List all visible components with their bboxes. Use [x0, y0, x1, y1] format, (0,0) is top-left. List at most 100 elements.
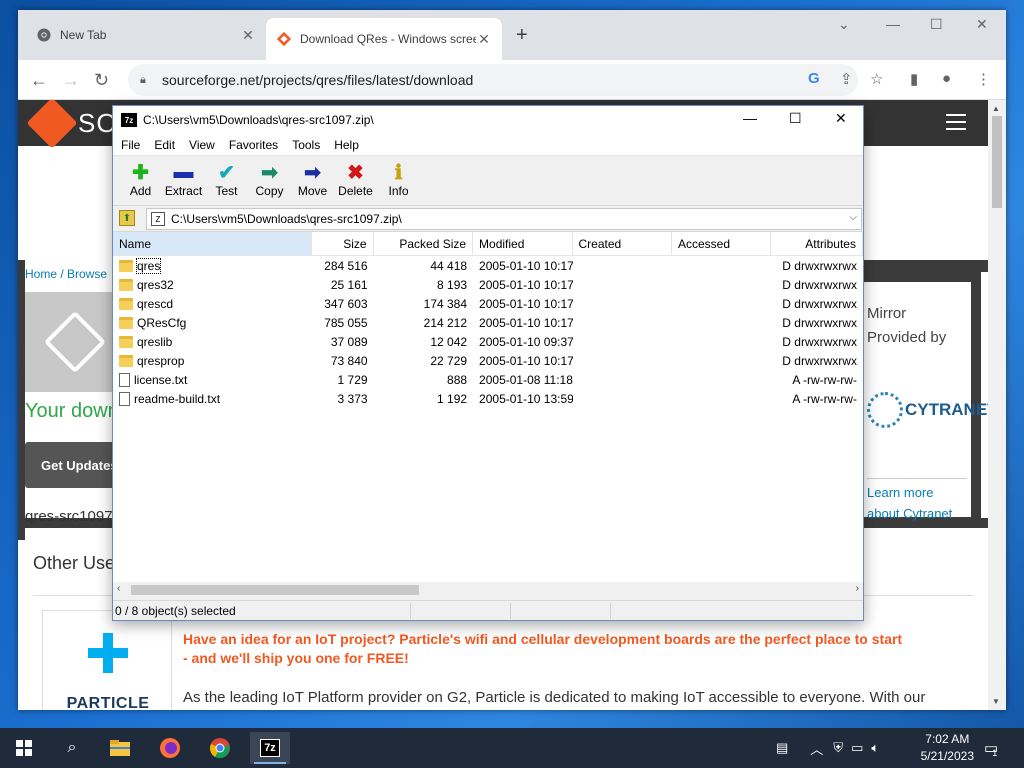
- scroll-left-icon[interactable]: ‹: [117, 583, 120, 594]
- folder-up-icon[interactable]: ⬆: [119, 210, 135, 226]
- scroll-thumb[interactable]: [992, 116, 1002, 208]
- file-icon: [119, 391, 130, 406]
- column-packed-size[interactable]: Packed Size: [374, 232, 474, 255]
- maximize-icon[interactable]: ☐: [789, 110, 802, 127]
- file-row[interactable]: license.txt 1 729 888 2005-01-08 11:18 A -rw…: [113, 370, 863, 389]
- address-bar[interactable]: 🔒︎ sourceforge.net/projects/qres/files/l…: [128, 64, 858, 96]
- toolbar-copy-button[interactable]: ➡ Copy: [248, 156, 291, 205]
- menu-tools[interactable]: Tools: [292, 138, 320, 152]
- ad-headline[interactable]: Have an idea for an IoT project? Particl…: [183, 630, 903, 668]
- toolbar-test-button[interactable]: ✔ Test: [205, 156, 248, 205]
- close-window-icon[interactable]: ✕: [835, 110, 847, 127]
- 7zip-title: C:\Users\vm5\Downloads\qres-src1097.zip\: [143, 113, 374, 127]
- column-modified[interactable]: Modified: [473, 232, 573, 255]
- tab-download-qres[interactable]: Download QRes - Windows scree ✕: [266, 18, 502, 60]
- minimize-icon[interactable]: —: [743, 110, 757, 126]
- scroll-thumb[interactable]: [131, 585, 419, 595]
- tab-search-icon[interactable]: ⌄: [838, 16, 850, 33]
- clock[interactable]: 7:02 AM 5/21/2023: [921, 731, 974, 765]
- file-attributes: D drwxrwxrwx: [782, 315, 857, 330]
- 7zip-app-icon: 7z: [121, 113, 137, 127]
- file-row[interactable]: readme-build.txt 3 373 1 192 2005-01-10 13:…: [113, 389, 863, 408]
- hamburger-menu-icon[interactable]: [946, 114, 966, 135]
- file-row[interactable]: qreslib 37 089 12 042 2005-01-10 09:37 D drw…: [113, 332, 863, 351]
- file-attributes: D drwxrwxrwx: [782, 296, 857, 311]
- new-tab-button[interactable]: +: [516, 24, 528, 47]
- column-accessed[interactable]: Accessed: [672, 232, 772, 255]
- scroll-down-icon[interactable]: ▼: [992, 697, 1000, 706]
- sourceforge-logo-icon[interactable]: [26, 100, 78, 149]
- toolbar-move-button[interactable]: ➡ Move: [291, 156, 334, 205]
- maximize-icon[interactable]: ☐: [930, 16, 943, 33]
- scroll-right-icon[interactable]: ›: [856, 583, 859, 594]
- file-row[interactable]: qrescd 347 603 174 384 2005-01-10 10:17 D dr…: [113, 294, 863, 313]
- menu-file[interactable]: File: [121, 138, 140, 152]
- volume-muted-icon[interactable]: 🔈︎: [871, 740, 879, 756]
- 7zip-path-field[interactable]: Z C:\Users\vm5\Downloads\qres-src1097.zi…: [146, 208, 862, 230]
- menu-favorites[interactable]: Favorites: [229, 138, 278, 152]
- 7zip-menubar: File Edit View Favorites Tools Help: [113, 134, 863, 156]
- tab-new-tab[interactable]: New Tab ✕: [26, 18, 266, 52]
- learn-more-link[interactable]: Learn more about Cytranet: [867, 482, 952, 524]
- bookmark-star-icon[interactable]: ☆: [870, 70, 883, 88]
- file-row[interactable]: qres 284 516 44 418 2005-01-10 10:17 D drwxr…: [113, 256, 863, 275]
- horizontal-scrollbar[interactable]: ‹ ›: [113, 582, 863, 598]
- back-icon[interactable]: ←: [30, 70, 48, 90]
- menu-kebab-icon[interactable]: ⋮: [976, 70, 991, 88]
- search-icon[interactable]: ⌕: [52, 732, 92, 764]
- cytranet-logo[interactable]: CYTRANET: [867, 392, 988, 428]
- chevron-up-icon[interactable]: ︿: [810, 739, 823, 758]
- file-row[interactable]: qresprop 73 840 22 729 2005-01-10 10:17 D dr…: [113, 351, 863, 370]
- column-name[interactable]: Name: [113, 232, 312, 255]
- ad-body: As the leading IoT Platform provider on …: [183, 689, 926, 706]
- file-created: [573, 332, 672, 351]
- reload-icon[interactable]: ↻: [94, 70, 109, 90]
- toolbar-extract-button[interactable]: ▬ Extract: [162, 156, 205, 205]
- toolbar-add-button[interactable]: ✚ Add: [119, 156, 162, 205]
- file-name: qresprop: [137, 353, 185, 368]
- tab-title: New Tab: [60, 28, 107, 42]
- close-tab-icon[interactable]: ✕: [240, 27, 256, 44]
- close-window-icon[interactable]: ✕: [976, 16, 988, 33]
- security-icon[interactable]: ⛨: [833, 740, 843, 756]
- column-size[interactable]: Size: [312, 232, 374, 255]
- chrome-taskbar-icon[interactable]: [200, 732, 240, 764]
- file-row[interactable]: QResCfg 785 055 214 212 2005-01-10 10:17 D d…: [113, 313, 863, 332]
- menu-edit[interactable]: Edit: [154, 138, 175, 152]
- file-explorer-icon[interactable]: [100, 732, 140, 764]
- particle-ad-logo[interactable]: PARTICLE: [42, 610, 172, 710]
- network-icon[interactable]: ▭: [851, 740, 863, 756]
- toolbar-delete-button[interactable]: ✖ Delete: [334, 156, 377, 205]
- toolbar-label: Extract: [164, 184, 203, 198]
- scroll-up-icon[interactable]: ▲: [992, 104, 1000, 113]
- chevron-down-icon[interactable]: ⌵: [849, 212, 857, 223]
- share-icon[interactable]: ⇪: [840, 70, 853, 88]
- 7zip-taskbar-icon[interactable]: 7z: [250, 732, 290, 764]
- column-attributes[interactable]: Attributes: [771, 232, 863, 255]
- forward-icon[interactable]: →: [62, 70, 80, 90]
- news-icon[interactable]: ▤: [776, 740, 788, 756]
- side-panel-icon[interactable]: ▮: [910, 70, 918, 88]
- folder-icon: [119, 259, 133, 272]
- 7zip-titlebar[interactable]: 7z C:\Users\vm5\Downloads\qres-src1097.z…: [113, 106, 863, 134]
- firefox-icon[interactable]: [150, 732, 190, 764]
- minimize-icon[interactable]: —: [886, 16, 900, 32]
- menu-view[interactable]: View: [189, 138, 215, 152]
- column-created[interactable]: Created: [573, 232, 672, 255]
- close-tab-icon[interactable]: ✕: [476, 31, 492, 48]
- page-scrollbar[interactable]: ▲ ▼: [988, 100, 1006, 710]
- menu-help[interactable]: Help: [334, 138, 359, 152]
- file-packed-size: 214 212: [423, 315, 468, 330]
- breadcrumb[interactable]: Home / Browse: [25, 267, 107, 281]
- file-attributes: D drwxrwxrwx: [782, 258, 857, 273]
- google-icon[interactable]: G: [808, 70, 820, 87]
- get-updates-button[interactable]: Get Updates: [25, 442, 125, 488]
- start-button[interactable]: [4, 732, 44, 764]
- toolbar-info-button[interactable]: ℹ Info: [377, 156, 420, 205]
- file-row[interactable]: qres32 25 161 8 193 2005-01-10 10:17 D drwxr…: [113, 275, 863, 294]
- tab-strip: New Tab ✕ Download QRes - Windows scree …: [18, 10, 1006, 60]
- file-packed-size: 888: [447, 372, 468, 387]
- browser-toolbar: ← → ↻ 🔒︎ sourceforge.net/projects/qres/f…: [18, 60, 1006, 100]
- notification-center-icon[interactable]: ▭ 1: [984, 728, 998, 768]
- profile-icon[interactable]: ●: [942, 70, 951, 87]
